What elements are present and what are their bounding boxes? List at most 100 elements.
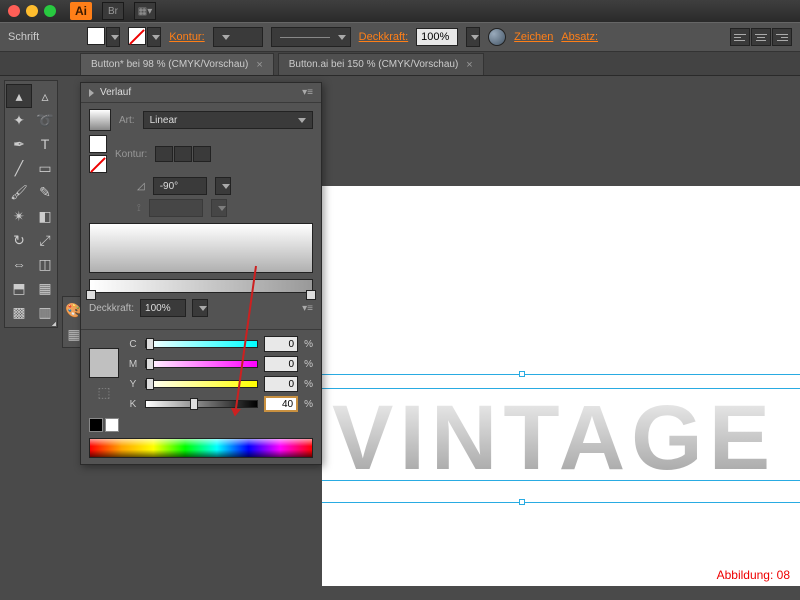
gradient-stop-left[interactable]: [86, 290, 96, 300]
selection-tool[interactable]: ▴: [7, 85, 31, 107]
color-panel: ⬚ C 0 % M 0 % Y 0: [81, 329, 321, 464]
selection-handle[interactable]: [519, 499, 525, 505]
app-logo: Ai: [70, 2, 92, 20]
aspect-field: [149, 199, 203, 217]
gradient-stop-right[interactable]: [306, 290, 316, 300]
fill-dropdown[interactable]: [106, 27, 120, 47]
angle-field[interactable]: -90°: [153, 177, 207, 195]
stroke-swatch[interactable]: [128, 27, 146, 45]
text-object[interactable]: VINTAGE: [332, 386, 776, 491]
align-right-button[interactable]: [772, 28, 792, 46]
stroke-style-dropdown[interactable]: [271, 27, 351, 47]
stop-opacity-dropdown[interactable]: [192, 299, 208, 317]
black-slider[interactable]: [145, 400, 258, 408]
lasso-tool[interactable]: ➰: [33, 109, 57, 131]
rotate-tool[interactable]: ↻: [7, 229, 31, 251]
fill-mini-swatch[interactable]: [89, 135, 107, 153]
magenta-slider[interactable]: [145, 360, 258, 368]
channel-label: Y: [127, 379, 139, 390]
yellow-value[interactable]: 0: [264, 376, 298, 392]
direct-selection-tool[interactable]: ▵: [33, 85, 57, 107]
cyan-slider[interactable]: [145, 340, 258, 348]
eraser-tool[interactable]: ◧: [33, 205, 57, 227]
width-tool[interactable]: ⇔: [7, 253, 31, 275]
type-label: Art:: [119, 115, 135, 126]
gradient-panel-tab[interactable]: Verlauf ▾≡: [81, 83, 321, 103]
zeichen-link[interactable]: Zeichen: [514, 31, 553, 43]
panel-menu-icon[interactable]: ▾≡: [302, 87, 313, 98]
close-icon[interactable]: ×: [256, 59, 262, 71]
color-preview-swatch[interactable]: [89, 348, 119, 378]
black-value[interactable]: 40: [264, 396, 298, 412]
stroke-mini-swatch[interactable]: [89, 155, 107, 173]
doc-tab-label: Button* bei 98 % (CMYK/Vorschau): [91, 59, 248, 70]
gradient-panel-group: Verlauf ▾≡ Art: Linear Kontur: ◿ -90° ⟟: [80, 82, 322, 465]
window-maximize-button[interactable]: [44, 5, 56, 17]
window-minimize-button[interactable]: [26, 5, 38, 17]
deckkraft-link[interactable]: Deckkraft:: [359, 31, 409, 43]
panel-title: Verlauf: [100, 87, 131, 98]
cube-icon[interactable]: ⬚: [97, 384, 110, 401]
gradient-type-dropdown[interactable]: Linear: [143, 111, 313, 129]
artboard[interactable]: VINTAGE Abbildung: 08: [322, 186, 800, 586]
aspect-dropdown: [211, 199, 227, 217]
figure-caption: Abbildung: 08: [717, 568, 790, 582]
stop-opacity-field[interactable]: 100%: [140, 299, 186, 317]
cyan-value[interactable]: 0: [264, 336, 298, 352]
stroke-dropdown[interactable]: [147, 27, 161, 47]
percent-label: %: [304, 339, 313, 350]
opacity-dropdown[interactable]: [466, 27, 480, 47]
bridge-button[interactable]: Br: [102, 2, 124, 20]
guide-line: [322, 374, 800, 375]
gradient-ramp[interactable]: [89, 279, 313, 293]
angle-dropdown[interactable]: [215, 177, 231, 195]
line-tool[interactable]: ╱: [7, 157, 31, 179]
color-spectrum[interactable]: [89, 438, 313, 458]
paintbrush-tool[interactable]: 🖌: [7, 181, 31, 203]
channel-label: C: [127, 339, 139, 350]
free-transform-tool[interactable]: ◫: [33, 253, 57, 275]
percent-label: %: [304, 399, 313, 410]
schrift-label: Schrift: [8, 31, 39, 43]
align-center-button[interactable]: [751, 28, 771, 46]
gradient-preview[interactable]: [89, 223, 313, 273]
pencil-tool[interactable]: ✎: [33, 181, 57, 203]
document-tab-2[interactable]: Button.ai bei 150 % (CMYK/Vorschau) ×: [278, 53, 484, 75]
magic-wand-tool[interactable]: ✦: [7, 109, 31, 131]
channel-label: K: [127, 399, 139, 410]
channel-label: M: [127, 359, 139, 370]
control-bar: Schrift Kontur: Deckkraft: 100% Zeichen …: [0, 22, 800, 52]
panel-menu-icon[interactable]: ▾≡: [302, 303, 313, 314]
scale-tool[interactable]: ⤢: [33, 229, 57, 251]
fill-swatch[interactable]: [87, 27, 105, 45]
shape-builder-tool[interactable]: ⬒: [7, 277, 31, 299]
stroke-align-buttons[interactable]: [155, 146, 211, 162]
absatz-link[interactable]: Absatz:: [561, 31, 598, 43]
magenta-value[interactable]: 0: [264, 356, 298, 372]
bw-swatches[interactable]: [89, 418, 313, 432]
pen-tool[interactable]: ✒: [7, 133, 31, 155]
kontur-link[interactable]: Kontur:: [169, 31, 204, 43]
percent-label: %: [304, 379, 313, 390]
yellow-slider[interactable]: [145, 380, 258, 388]
doc-tab-label: Button.ai bei 150 % (CMYK/Vorschau): [289, 59, 459, 70]
document-tab-1[interactable]: Button* bei 98 % (CMYK/Vorschau) ×: [80, 53, 274, 75]
blob-brush-tool[interactable]: ✴: [7, 205, 31, 227]
opacity-field[interactable]: 100%: [416, 28, 458, 46]
stroke-weight-dropdown[interactable]: [213, 27, 263, 47]
tools-panel: ▴ ▵ ✦ ➰ ✒ T ╱ ▭ 🖌 ✎ ✴ ◧ ↻ ⤢ ⇔ ◫ ⬒ ▦ ▩ ▥: [4, 80, 58, 328]
window-titlebar: Ai Br ▦▾: [0, 0, 800, 22]
gradient-swatch[interactable]: [89, 109, 111, 131]
perspective-tool[interactable]: ▦: [33, 277, 57, 299]
guide-line: [322, 480, 800, 481]
window-close-button[interactable]: [8, 5, 20, 17]
rectangle-tool[interactable]: ▭: [33, 157, 57, 179]
type-tool[interactable]: T: [33, 133, 57, 155]
selection-handle[interactable]: [519, 371, 525, 377]
mesh-tool[interactable]: ▩: [7, 301, 31, 323]
align-left-button[interactable]: [730, 28, 750, 46]
close-icon[interactable]: ×: [466, 59, 472, 71]
gradient-tool[interactable]: ▥: [33, 301, 57, 323]
layout-button[interactable]: ▦▾: [134, 2, 156, 20]
globe-icon[interactable]: [488, 28, 506, 46]
